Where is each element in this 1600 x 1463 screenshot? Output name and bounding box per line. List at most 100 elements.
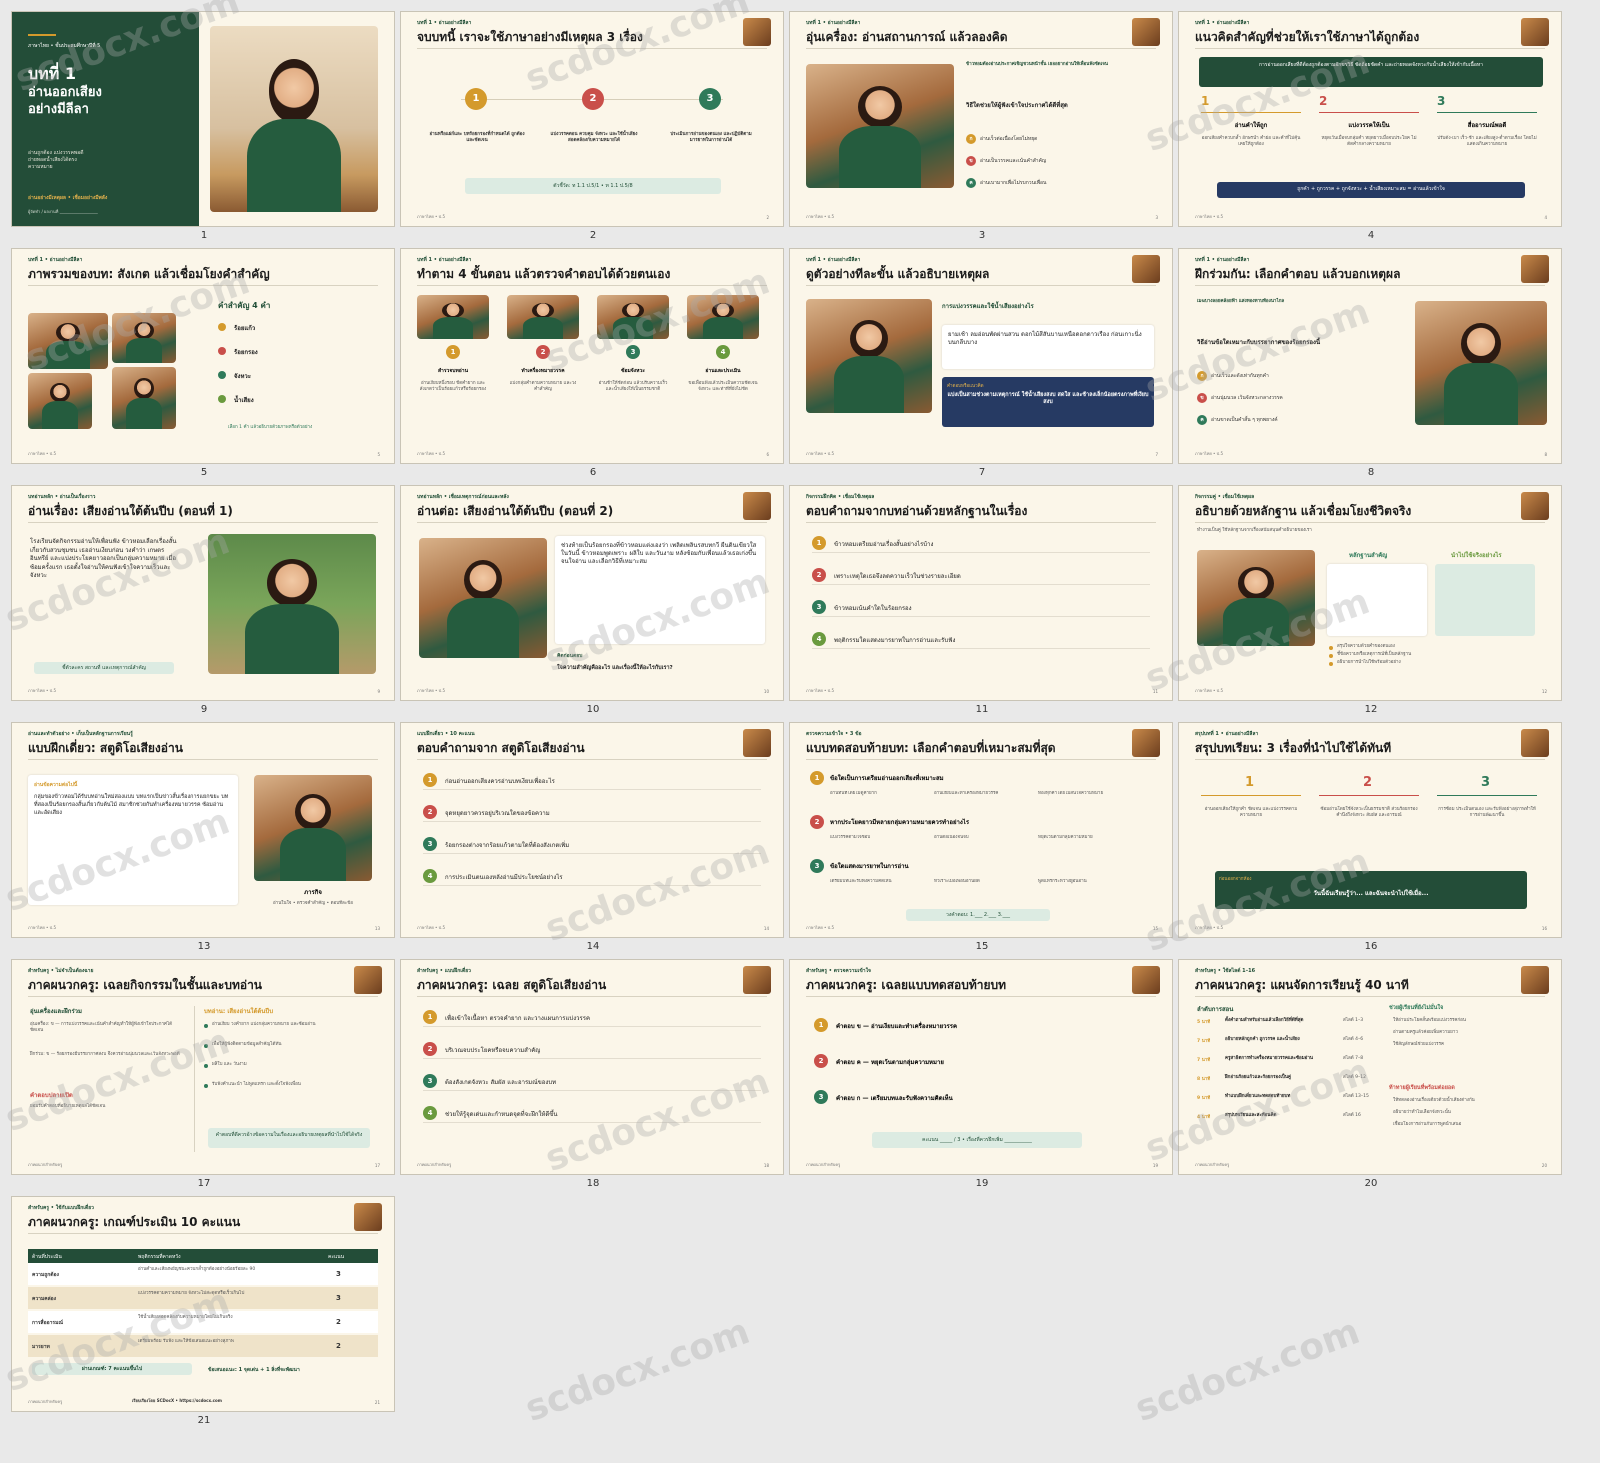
question-item[interactable]: 4 การประเมินตนเองหลังอ่านมีประโยชน์อย่างไ… bbox=[423, 869, 761, 886]
slide-canvas[interactable]: บทที่ 1 • อ่านอย่างมีลีลา ทำตาม 4 ขั้นตอน… bbox=[400, 248, 784, 464]
choice-option[interactable]: อ่านเบามากเพื่อไม่รบกวนเพื่อน bbox=[980, 179, 1046, 187]
slide-page-number: 2 bbox=[766, 215, 769, 220]
story-text: โรงเรียนจัดกิจกรรมอ่านให้เพื่อนฟัง ข้าวห… bbox=[30, 538, 177, 579]
slide-kicker: สำหรับครู • ไม่จำเป็นต้องฉาย bbox=[28, 968, 94, 974]
quiz-option[interactable]: เตรียมบทและรับฟังความคิดเห็น bbox=[830, 879, 930, 885]
choice-marker[interactable]: ข bbox=[1197, 393, 1207, 403]
quiz-option[interactable]: อ่านทันทีโดยไม่ดูคำยาก bbox=[830, 791, 930, 797]
question-item[interactable]: 2 จุดหยุดยาวควรอยู่บริเวณใดของข้อความ bbox=[423, 805, 761, 822]
slide-number-label: 5 bbox=[200, 467, 208, 478]
girl-shirt bbox=[279, 828, 347, 881]
concept-underline bbox=[1437, 112, 1537, 113]
girl-figure bbox=[463, 559, 503, 601]
choice-option[interactable]: อ่านเร็วต่อเนื่องโดยไม่หยุด bbox=[980, 135, 1037, 143]
slide-canvas[interactable]: บทที่ 1 • อ่านอย่างมีลีลา อุ่นเครื่อง: อ่… bbox=[789, 11, 1173, 227]
title-divider bbox=[28, 285, 378, 286]
answer-note: คำตอบที่ดีควรอ้างข้อความในเรื่องและอธิบา… bbox=[208, 1128, 370, 1148]
quiz-option[interactable]: พูดแทรกระหว่างผู้อื่นอ่าน bbox=[1038, 879, 1138, 885]
apply-box[interactable] bbox=[1435, 564, 1535, 636]
choice-marker[interactable]: ก bbox=[1197, 371, 1207, 381]
rubric-row: ความถูกต้อง อ่านคำและเสียงพยัญชนะควบกล้ำถ… bbox=[28, 1263, 378, 1285]
slide-canvas[interactable]: สำหรับครู • แบบฝึกเดี่ยว ภาคผนวกครู: เฉลย… bbox=[400, 959, 784, 1175]
slide-canvas[interactable]: บทอ่านหลัก • อ่านเป็นเรื่องราว อ่านเรื่อง… bbox=[11, 485, 395, 701]
example-subheading: การแบ่งวรรคและใช้น้ำเสียงอย่างไร bbox=[942, 303, 1034, 310]
prompt-heading: คิดก่อนตอบ bbox=[557, 653, 583, 659]
quiz-option[interactable]: ท่องทุกคำโดยไม่สนใจความหมาย bbox=[1038, 791, 1138, 797]
question-item[interactable]: 4 พฤติกรรมใดแสดงมารยาทในการอ่านและรับฟัง bbox=[812, 632, 1150, 649]
cover-illustration bbox=[210, 26, 378, 212]
slide-page-number: 10 bbox=[763, 689, 769, 694]
summary-underline bbox=[1201, 795, 1301, 796]
slide-canvas[interactable]: บทอ่านหลัก • เชื่อมเหตุการณ์ก่อนและหลังอ… bbox=[400, 485, 784, 701]
step-photo bbox=[417, 295, 489, 339]
question-item[interactable]: 3 ร้อยกรองต่างจากร้อยแก้วตามใดที่ต้องสังเ… bbox=[423, 837, 761, 854]
thumbnail-image bbox=[743, 966, 771, 994]
slide-canvas[interactable]: สำหรับครู • ไม่จำเป็นต้องฉาย ภาคผนวกครู: … bbox=[11, 959, 395, 1175]
slide-canvas[interactable]: บทที่ 1 • อ่านอย่างมีลีลา จบบทนี้ เราจะใช… bbox=[400, 11, 784, 227]
slide-canvas[interactable]: กิจกรรมคู่ • เชื่อมใช้เหตุผล อธิบายด้วยหล… bbox=[1178, 485, 1562, 701]
collage-photo bbox=[28, 313, 108, 369]
slide-page-number: 5 bbox=[377, 452, 380, 457]
girl-shirt bbox=[244, 604, 340, 674]
choice-marker[interactable]: ค bbox=[1197, 415, 1207, 425]
girl-figure bbox=[50, 383, 70, 403]
task-heading: ภารกิจ bbox=[304, 889, 322, 896]
slide-canvas[interactable]: สรุปบทที่ 1 • อ่านอย่างมีลีลา สรุปบทเรียน… bbox=[1178, 722, 1562, 938]
scene-photo bbox=[806, 64, 954, 188]
question-text: พฤติกรรมใดแสดงมารยาทในการอ่านและรับฟัง bbox=[834, 637, 956, 644]
slide-canvas[interactable]: ตรวจความเข้าใจ • 3 ข้อ แบบทดสอบท้ายบท: เล… bbox=[789, 722, 1173, 938]
slide-canvas[interactable]: บทที่ 1 • อ่านอย่างมีลีลา แนวคิดสำคัญที่ช… bbox=[1178, 11, 1562, 227]
question-item[interactable]: 3 ข้าวหอมเน้นคำใดในร้อยกรอง bbox=[812, 600, 1150, 617]
slide-number-label: 2 bbox=[589, 230, 597, 241]
question-item[interactable]: 2 บริเวณจบประโยคหรือจบความสำคัญ bbox=[423, 1042, 761, 1059]
left-text: ยอมรับคำตอบที่อธิบายเหตุผลได้ชัดเจน bbox=[30, 1104, 106, 1109]
slide-canvas[interactable]: ภาษาไทย • ชั้นประถมศึกษาปีที่ 5 บทที่ 1 อ่… bbox=[11, 11, 395, 227]
question-item[interactable]: 1 ข้าวหอมเตรียมอ่านเรื่องสั้นอย่างไรบ้าง bbox=[812, 536, 1150, 553]
slide-title: แบบฝึกเดี่ยว: สตูดิโอเสียงอ่าน bbox=[28, 741, 183, 755]
keyword-item: น้ำเสียง bbox=[234, 397, 254, 404]
title-divider bbox=[417, 285, 767, 286]
slide-canvas[interactable]: สำหรับครู • ใช้กับแบบฝึกเดี่ยว ภาคผนวกครู… bbox=[11, 1196, 395, 1412]
thumbnail-image bbox=[1521, 18, 1549, 46]
choice-option[interactable]: อ่านขาดเป็นคำสั้น ๆ ทุกพยางค์ bbox=[1211, 416, 1278, 424]
question-item[interactable]: 1 เพื่อเข้าใจเนื้อหา ตรวจคำยาก และวางแผนก… bbox=[423, 1010, 761, 1027]
choice-option[interactable]: อ่านเป็นวรรคและเน้นคำสำคัญ bbox=[980, 157, 1046, 165]
quiz-question: ข้อใดเป็นการเตรียมอ่านออกเสียงที่เหมาะสม bbox=[830, 775, 944, 782]
quiz-option[interactable]: อ่านต่อเนื่องจนจบ bbox=[934, 835, 1034, 841]
slide-canvas[interactable]: อ่านและทำตัวอย่าง • เก็บเป็นหลักฐานการเร… bbox=[11, 722, 395, 938]
evidence-box[interactable] bbox=[1327, 564, 1427, 636]
question-item[interactable]: 4 ช่วยให้รู้จุดเด่นและกำหนดจุดที่จะฝึกให้… bbox=[423, 1106, 761, 1123]
choice-option[interactable]: อ่านเร็วและดังเท่ากันทุกคำ bbox=[1211, 372, 1269, 380]
quiz-option[interactable]: หยุดเว้นตามกลุ่มความหมาย bbox=[1038, 835, 1138, 841]
slide-footer: ภาษาไทย • ป.5 bbox=[417, 451, 446, 456]
girl-shirt bbox=[612, 317, 654, 339]
choice-marker[interactable]: ก bbox=[966, 134, 976, 144]
girl-shirt bbox=[702, 317, 744, 339]
slide-page-number: 14 bbox=[763, 926, 769, 931]
quiz-option[interactable]: แบ่งวรรคตามใจชอบ bbox=[830, 835, 930, 841]
summary-underline bbox=[1437, 795, 1537, 796]
slide-canvas[interactable]: สำหรับครู • ตรวจความเข้าใจ ภาคผนวกครู: เฉ… bbox=[789, 959, 1173, 1175]
question-item[interactable]: 2 เพราะเหตุใดเธอจึงลดความเร็วในช่วงรายละเ… bbox=[812, 568, 1150, 585]
quiz-option[interactable]: อ่านเงียบและทำเครื่องหมายวรรค bbox=[934, 791, 1034, 797]
slide-canvas[interactable]: บทที่ 1 • อ่านอย่างมีลีลา ฝึกร่วมกัน: เลื… bbox=[1178, 248, 1562, 464]
slide-canvas[interactable]: บทที่ 1 • อ่านอย่างมีลีลา ดูตัวอย่างทีละข… bbox=[789, 248, 1173, 464]
girl-shirt bbox=[42, 401, 78, 429]
question-item[interactable]: 1 ก่อนอ่านออกเสียงควรอ่านบทเงียบเพื่ออะไร bbox=[423, 773, 761, 790]
choice-marker[interactable]: ข bbox=[966, 156, 976, 166]
girl-figure bbox=[1461, 323, 1501, 366]
slide-page-number: 8 bbox=[1544, 452, 1547, 457]
quiz-option[interactable]: หัวเราะเมื่อเพื่อนอ่านผิด bbox=[934, 879, 1034, 885]
left-text: อุ่นเครื่อง: ข — การแบ่งวรรคและเน้นคำสำค… bbox=[30, 1022, 173, 1033]
slide-canvas[interactable]: สำหรับครู • ใช้สไลด์ 1–16 ภาคผนวกครู: แผน… bbox=[1178, 959, 1562, 1175]
slide-canvas[interactable]: แบบฝึกเดี่ยว • 10 คะแนน ตอบคำถามจาก สตูดิ… bbox=[400, 722, 784, 938]
slide-number-label: 1 bbox=[200, 230, 208, 241]
choice-option[interactable]: อ่านนุ่มนวล เว้นจังหวะกลางวรรค bbox=[1211, 394, 1283, 402]
slide-footer: ภาษาไทย • ป.5 bbox=[1195, 451, 1224, 456]
thumbnail-image bbox=[743, 18, 771, 46]
question-item[interactable]: 3 ต้องสังเกตจังหวะ สัมผัส และอารมณ์ของบท bbox=[423, 1074, 761, 1091]
choice-marker[interactable]: ค bbox=[966, 178, 976, 188]
slide-canvas[interactable]: บทที่ 1 • อ่านอย่างมีลีลา ภาพรวมของบท: สั… bbox=[11, 248, 395, 464]
quiz-marker: 1 bbox=[810, 771, 824, 785]
slide-canvas[interactable]: กิจกรรมฝึกคิด • เชื่อมใช้เหตุผล ตอบคำถามจ… bbox=[789, 485, 1173, 701]
